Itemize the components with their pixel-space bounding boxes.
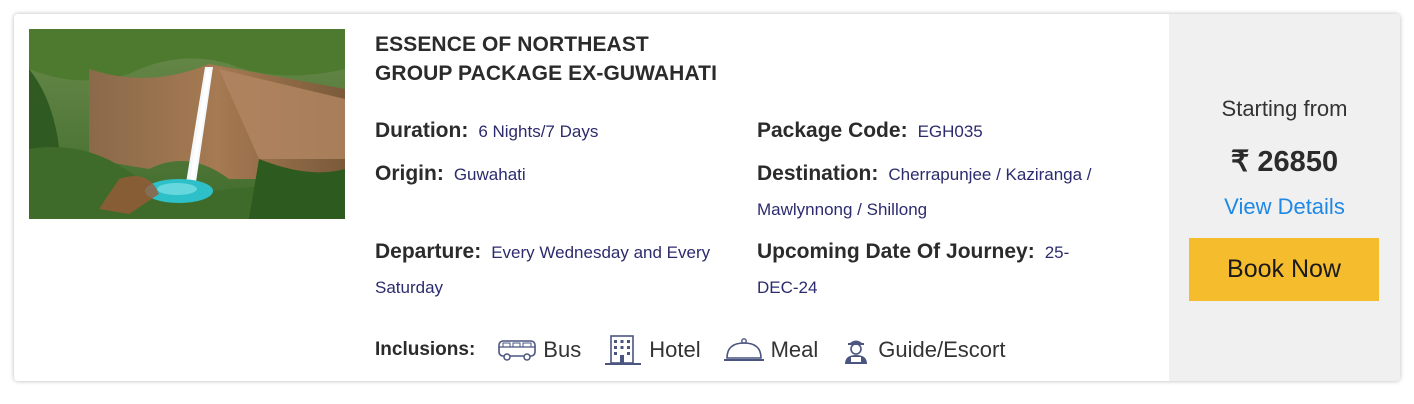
package-title[interactable]: ESSENCE OF NORTHEAST GROUP PACKAGE EX-GU… xyxy=(375,30,1155,88)
origin-value: Guwahati xyxy=(453,165,526,184)
view-details-link[interactable]: View Details xyxy=(1169,194,1400,220)
package-code-field: Package Code: EGH035 xyxy=(757,114,1127,150)
inclusion-bus-label: Bus xyxy=(543,337,582,362)
duration-value: 6 Nights/7 Days xyxy=(478,122,599,141)
title-line-2: GROUP PACKAGE EX-GUWAHATI xyxy=(375,62,718,85)
waterfall-image xyxy=(29,29,345,219)
package-card: ESSENCE OF NORTHEAST GROUP PACKAGE EX-GU… xyxy=(14,14,1400,381)
pricing-panel: Starting from ₹ 26850 View Details Book … xyxy=(1169,14,1400,381)
inclusions-row: Inclusions: Bus Hotel Meal Guide/Escort xyxy=(375,330,1027,370)
inclusion-meal: Meal xyxy=(723,336,819,364)
journey-date-field: Upcoming Date Of Journey: 25-DEC-24 xyxy=(757,235,1107,306)
destination-field: Destination: Cherrapunjee / Kaziranga / M… xyxy=(757,157,1127,228)
title-line-1: ESSENCE OF NORTHEAST xyxy=(375,33,649,56)
package-code-value: EGH035 xyxy=(917,122,983,141)
price-value: ₹ 26850 xyxy=(1230,146,1339,178)
inclusion-meal-label: Meal xyxy=(770,337,819,362)
guide-icon xyxy=(845,340,868,364)
departure-field: Departure: Every Wednesday and Every Satu… xyxy=(375,235,745,306)
inclusions-label: Inclusions: xyxy=(375,339,476,360)
starting-from-label: Starting from xyxy=(1221,96,1348,121)
inclusion-bus: Bus xyxy=(497,337,581,363)
journey-date-label: Upcoming Date Of Journey: xyxy=(757,240,1035,263)
origin-field: Origin: Guwahati xyxy=(375,157,745,193)
package-code-label: Package Code: xyxy=(757,119,908,142)
duration-label: Duration: xyxy=(375,119,469,142)
hotel-icon xyxy=(605,335,642,365)
inclusion-guide-label: Guide/Escort xyxy=(878,337,1006,362)
origin-label: Origin: xyxy=(375,162,444,185)
meal-icon xyxy=(723,338,764,361)
inclusion-hotel-label: Hotel xyxy=(649,337,701,362)
bus-icon xyxy=(498,340,537,361)
package-info: ESSENCE OF NORTHEAST GROUP PACKAGE EX-GU… xyxy=(375,30,1155,297)
destination-label: Destination: xyxy=(757,162,879,185)
package-image[interactable] xyxy=(29,29,345,219)
departure-label: Departure: xyxy=(375,240,482,263)
inclusion-guide: Guide/Escort xyxy=(840,334,1005,366)
duration-field: Duration: 6 Nights/7 Days xyxy=(375,114,745,150)
book-now-button[interactable]: Book Now xyxy=(1189,238,1379,301)
inclusion-hotel: Hotel xyxy=(603,334,701,366)
